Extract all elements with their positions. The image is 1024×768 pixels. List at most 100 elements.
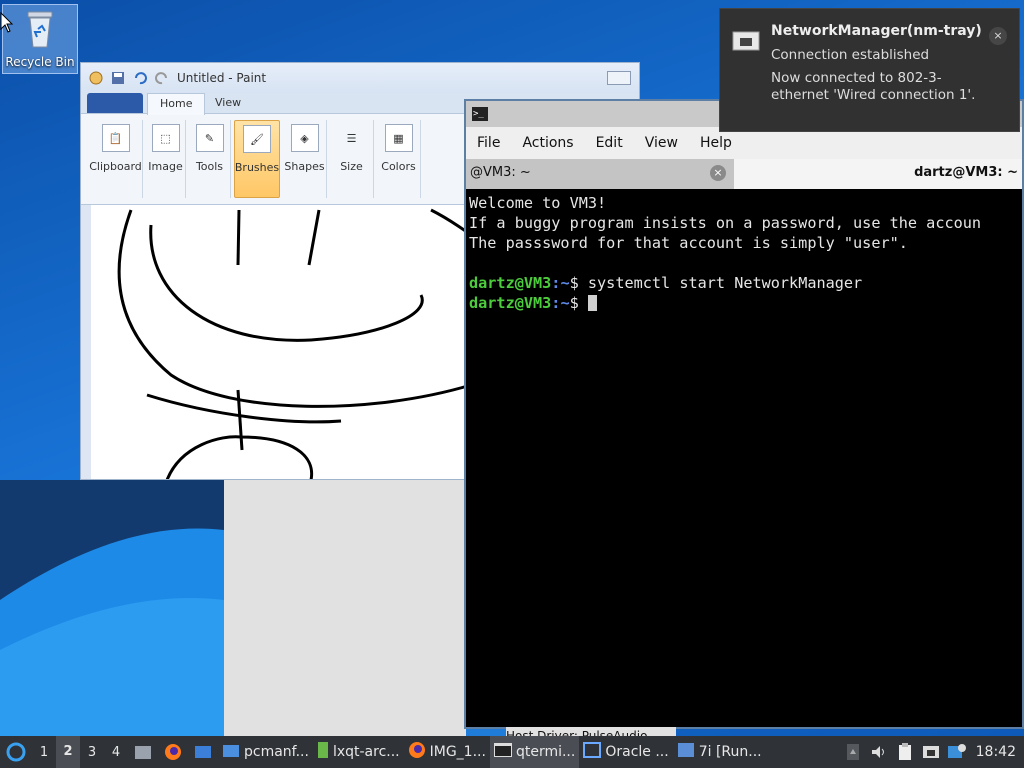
desktop: Recycle Bin Untitled - Paint Home View 📋… — [0, 0, 1024, 736]
file-manager-launcher-icon[interactable] — [128, 736, 158, 768]
task-label: IMG_1... — [429, 744, 486, 760]
size-icon: ☰ — [346, 131, 357, 145]
ribbon-clipboard[interactable]: 📋 Clipboard — [89, 120, 143, 198]
archive-icon — [317, 741, 329, 763]
ribbon-clipboard-label: Clipboard — [89, 160, 142, 173]
task-lxqt-archiver[interactable]: lxqt-arc... — [313, 736, 404, 768]
task-label: lxqt-arc... — [332, 744, 400, 760]
close-tab-icon[interactable]: × — [710, 165, 726, 181]
minimize-button[interactable] — [607, 71, 631, 85]
notification-title: NetworkManager(nm-tray) — [771, 23, 982, 39]
terminal-tab-2-title: dartz@VM3: ~ — [914, 165, 1018, 180]
ribbon-colors-label: Colors — [381, 160, 416, 173]
menu-file[interactable]: File — [466, 135, 511, 151]
terminal-tab-2[interactable]: dartz@VM3: ~ — [734, 159, 1022, 189]
notification-close-button[interactable]: × — [989, 27, 1007, 45]
tab-view[interactable]: View — [203, 93, 253, 115]
paint-app-icon — [89, 71, 103, 85]
terminal-command-line: dartz@VM3:~$ systemctl start NetworkMana… — [469, 273, 1019, 293]
paint-file-menu-button[interactable] — [87, 93, 143, 113]
notification-body: Connection established Now connected to … — [771, 47, 976, 104]
menu-edit[interactable]: Edit — [585, 135, 634, 151]
recycle-bin-label: Recycle Bin — [5, 55, 75, 69]
notification-popup[interactable]: NetworkManager(nm-tray) Connection estab… — [719, 8, 1020, 132]
terminal-line: The passsword for that account is simply… — [469, 234, 908, 252]
paint-title: Untitled - Paint — [177, 71, 267, 85]
tab-home[interactable]: Home — [147, 93, 206, 115]
terminal-window[interactable]: >_ File Actions Edit View Help @VM3: ~ ×… — [464, 99, 1024, 729]
desktop-switch-3[interactable]: 3 — [80, 745, 104, 760]
notification-line-1: Connection established — [771, 47, 930, 63]
terminal-command: systemctl start NetworkManager — [587, 274, 863, 292]
ribbon-image[interactable]: ⬚ Image — [146, 120, 186, 198]
ribbon-colors[interactable]: ▦ Colors — [377, 120, 421, 198]
menu-help[interactable]: Help — [689, 135, 743, 151]
vm-window-icon — [677, 742, 695, 762]
virtualbox-icon — [583, 742, 602, 762]
text-cursor — [587, 295, 597, 311]
tools-icon: ✎ — [195, 124, 224, 152]
brush-icon: 🖌 — [243, 125, 271, 153]
mouse-cursor-icon — [0, 11, 14, 38]
paint-titlebar[interactable]: Untitled - Paint — [81, 63, 639, 93]
terminal-prompt-line: dartz@VM3:~$ — [469, 293, 1019, 313]
updates-tray-icon[interactable] — [944, 736, 970, 768]
terminal-line: If a buggy program insists on a password… — [469, 214, 982, 232]
terminal-tabs: @VM3: ~ × dartz@VM3: ~ — [466, 159, 1022, 189]
prompt-user: dartz@VM3 — [469, 294, 552, 312]
ribbon-size-label: Size — [340, 160, 363, 173]
ribbon-tools-label: Tools — [195, 160, 224, 173]
system-tray: 18:42 — [840, 736, 1024, 768]
task-label: pcmanf... — [244, 744, 309, 760]
prompt-user: dartz@VM3 — [469, 274, 552, 292]
network-wired-icon — [732, 31, 760, 53]
desktop-switch-1[interactable]: 1 — [32, 745, 56, 760]
menu-actions[interactable]: Actions — [511, 135, 584, 151]
ribbon-brushes-label: Brushes — [234, 161, 280, 174]
task-oracle-vm[interactable]: Oracle ... — [579, 736, 672, 768]
background-window-text: Host Driver: PulseAudio — [506, 727, 676, 736]
task-label: Oracle ... — [605, 744, 669, 760]
desktop-switch-2[interactable]: 2 — [56, 736, 80, 768]
network-tray-icon[interactable] — [918, 736, 944, 768]
terminal-tab-1[interactable]: @VM3: ~ × — [466, 159, 734, 189]
ribbon-tools[interactable]: ✎ Tools — [189, 120, 231, 198]
task-pcmanfm[interactable]: pcmanf... — [218, 736, 313, 768]
desktop-switch-4[interactable]: 4 — [104, 745, 128, 760]
task-qterminal[interactable]: qtermi... — [489, 736, 580, 768]
volume-icon[interactable] — [866, 736, 892, 768]
clock[interactable]: 18:42 — [970, 744, 1024, 760]
show-desktop-icon[interactable] — [188, 736, 218, 768]
task-vm-running[interactable]: 7i [Run... — [673, 736, 766, 768]
task-label: 7i [Run... — [698, 744, 762, 760]
terminal-tab-1-title: @VM3: ~ — [470, 165, 531, 180]
undo-icon[interactable] — [133, 71, 147, 85]
folder-icon — [222, 742, 240, 762]
prompt-path: :~ — [551, 274, 570, 292]
image-select-icon: ⬚ — [151, 124, 180, 152]
save-icon[interactable] — [111, 71, 125, 85]
start-menu-button[interactable] — [0, 736, 32, 768]
taskbar: 1 2 3 4 pcmanf... lxqt-arc... IMG_1... q… — [0, 736, 1024, 768]
firefox-launcher-icon[interactable] — [158, 736, 188, 768]
prompt-path: :~ — [551, 294, 570, 312]
menu-view[interactable]: View — [634, 135, 689, 151]
ribbon-image-label: Image — [148, 160, 183, 173]
redo-icon[interactable] — [155, 71, 169, 85]
terminal-output[interactable]: Welcome to VM3! If a buggy program insist… — [466, 189, 1022, 317]
prompt-sign: $ — [569, 274, 588, 292]
task-label: qtermi... — [515, 744, 576, 760]
ribbon-brushes[interactable]: 🖌 Brushes — [234, 120, 280, 198]
recycle-bin-icon — [25, 9, 55, 49]
terminal-task-icon — [493, 743, 512, 761]
terminal-line: Welcome to VM3! — [469, 194, 607, 212]
colors-icon: ▦ — [384, 124, 413, 152]
ribbon-size[interactable]: ☰ Size — [330, 120, 374, 198]
tray-arrow-icon[interactable] — [840, 736, 866, 768]
clipboard-tray-icon[interactable] — [892, 736, 918, 768]
ribbon-shapes[interactable]: ◈ Shapes — [283, 120, 327, 198]
task-firefox-img[interactable]: IMG_1... — [404, 736, 490, 768]
firefox-icon — [408, 741, 426, 763]
terminal-icon: >_ — [472, 107, 488, 121]
clipboard-icon: 📋 — [101, 124, 130, 152]
